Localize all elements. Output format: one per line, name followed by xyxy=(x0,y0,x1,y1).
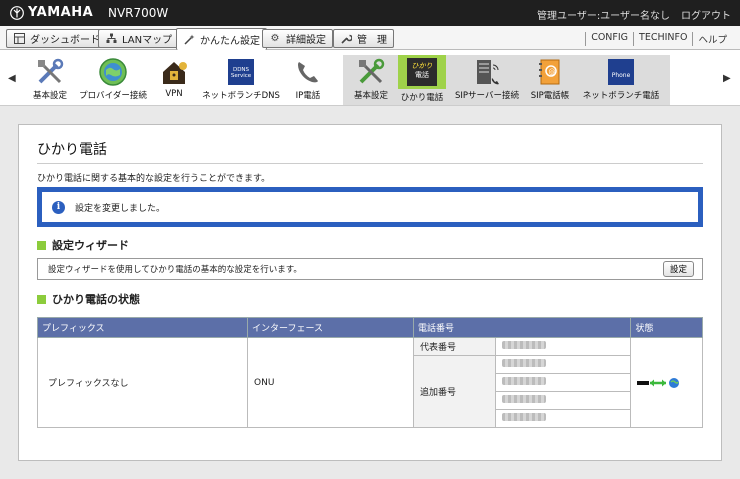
nav-netvolante-dns[interactable]: DDNS Service ネットボランチDNS xyxy=(202,57,280,101)
svg-text:@: @ xyxy=(549,68,556,76)
additional-number-value xyxy=(494,373,632,392)
device-model: NVR700W xyxy=(108,6,169,20)
status-cell xyxy=(630,337,703,428)
additional-number-value xyxy=(494,409,632,428)
header-prefix: プレフィックス xyxy=(37,317,248,338)
nav-label: 基本設定 xyxy=(353,91,388,101)
nav-label: ネットボランチDNS xyxy=(202,91,280,101)
tab-label: LANマップ xyxy=(122,35,173,46)
tools-icon xyxy=(35,57,65,87)
header-interface: インターフェース xyxy=(247,317,414,338)
nav-label: SIP電話帳 xyxy=(530,91,570,101)
config-link[interactable]: CONFIG xyxy=(585,32,633,46)
additional-number-label: 追加番号 xyxy=(413,355,496,428)
interface-cell: ONU xyxy=(247,337,414,428)
masked-number xyxy=(502,377,546,385)
nav-label: 基本設定 xyxy=(32,91,67,101)
vpn-house-icon xyxy=(159,57,189,87)
tab-label: かんたん設定 xyxy=(200,36,260,47)
user-status: 管理ユーザー:ユーザー名なし xyxy=(537,11,670,22)
yamaha-logo: YAMAHA xyxy=(10,5,93,20)
page-title: ひかり電話 xyxy=(37,142,107,158)
gear-icon: ⚙ xyxy=(270,33,280,44)
title-divider xyxy=(37,163,703,164)
phone-text: 電話 xyxy=(415,71,429,79)
nav-label: VPN xyxy=(165,89,183,99)
globe-icon xyxy=(98,57,128,87)
section-heading-wizard: 設定ウィザード xyxy=(37,237,129,253)
section-title: ひかり電話の状態 xyxy=(52,293,140,306)
nav-hikari-phone[interactable]: ひかり 電話 ひかり電話 xyxy=(385,55,459,103)
nav-label: SIPサーバー接続 xyxy=(455,91,519,101)
top-bar: YAMAHA NVR700W 管理ユーザー:ユーザー名なし ログアウト xyxy=(0,0,740,26)
main-content-panel: ひかり電話 ひかり電話に関する基本的な設定を行うことができます。 i 設定を変更… xyxy=(18,124,722,461)
notice-box: i 設定を変更しました。 xyxy=(37,187,703,227)
sip-server-icon xyxy=(472,57,502,87)
dns-service-icon: DDNS Service xyxy=(226,57,256,87)
wizard-description: 設定ウィザードを使用してひかり電話の基本的な設定を行います。 xyxy=(48,265,302,275)
dns-service-badge: DDNS Service xyxy=(228,59,254,85)
brand-name: YAMAHA xyxy=(28,5,94,20)
phone-service-icon: Phone xyxy=(606,57,636,87)
masked-number xyxy=(502,359,546,367)
phone-connected-globe-icon xyxy=(637,377,696,389)
map-icon xyxy=(105,33,117,45)
header-phone-number: 電話番号 xyxy=(412,317,632,338)
nav-netvolante-phone[interactable]: Phone ネットボランチ電話 xyxy=(582,57,660,101)
hikari-phone-icon: ひかり 電話 xyxy=(398,55,446,89)
help-link[interactable]: ヘルプ xyxy=(692,32,732,46)
wand-icon xyxy=(183,34,195,46)
tab-lan-map[interactable]: LANマップ xyxy=(98,29,180,48)
tab-label: 管 理 xyxy=(357,35,387,46)
section-title: 設定ウィザード xyxy=(52,239,129,252)
techinfo-link[interactable]: TECHINFO xyxy=(633,32,692,46)
masked-number xyxy=(502,413,546,421)
logout-link[interactable]: ログアウト xyxy=(681,7,731,22)
utility-links: CONFIG TECHINFO ヘルプ xyxy=(585,32,732,46)
tab-label: ダッシュボード xyxy=(30,35,100,46)
info-icon: i xyxy=(52,200,65,214)
tab-label: 詳細設定 xyxy=(286,35,326,46)
tools-icon xyxy=(356,57,386,87)
tab-dashboard[interactable]: ダッシュボード xyxy=(6,29,107,48)
telephone-icon xyxy=(293,57,323,87)
header-status: 状態 xyxy=(630,317,703,338)
table-header-row: プレフィックス インターフェース 電話番号 状態 xyxy=(37,317,703,338)
main-tab-bar: ダッシュボード LANマップ かんたん設定 ⚙ 詳細設定 管 理 CONFIG … xyxy=(0,26,740,50)
nav-sip-phonebook[interactable]: @ SIP電話帳 xyxy=(513,57,587,101)
section-marker xyxy=(37,240,46,250)
masked-number xyxy=(502,395,546,403)
tab-advanced-settings[interactable]: ⚙ 詳細設定 xyxy=(262,29,333,48)
phone-service-badge: Phone xyxy=(608,59,634,85)
table-row: プレフィックスなし ONU 代表番号 xyxy=(37,337,703,428)
section-heading-status: ひかり電話の状態 xyxy=(37,291,140,307)
section-marker xyxy=(37,294,46,304)
main-number-value xyxy=(494,337,632,356)
page-description: ひかり電話に関する基本的な設定を行うことができます。 xyxy=(37,174,271,184)
additional-number-value xyxy=(494,391,632,410)
main-number-label: 代表番号 xyxy=(413,337,496,356)
scroll-right-arrow-icon[interactable]: ▶ xyxy=(723,73,731,84)
tab-easy-setup[interactable]: かんたん設定 xyxy=(176,28,267,50)
nav-label: ひかり電話 xyxy=(400,93,444,103)
grid-icon xyxy=(13,33,25,45)
wizard-row: 設定ウィザードを使用してひかり電話の基本的な設定を行います。 設定 xyxy=(37,258,703,280)
nav-vpn[interactable]: VPN xyxy=(137,57,211,99)
notice-message: 設定を変更しました。 xyxy=(75,203,166,214)
tuning-fork-icon xyxy=(10,5,24,20)
phonebook-icon: @ xyxy=(535,57,565,87)
tab-management[interactable]: 管 理 xyxy=(333,29,394,48)
nav-label: ネットボランチ電話 xyxy=(582,91,660,101)
nav-label: IP電話 xyxy=(295,91,321,101)
wizard-setup-button[interactable]: 設定 xyxy=(662,261,694,277)
wrench-icon xyxy=(340,33,352,45)
additional-number-value xyxy=(494,355,632,374)
hikari-text: ひかり xyxy=(411,62,433,70)
status-table: プレフィックス インターフェース 電話番号 状態 プレフィックスなし ONU 代… xyxy=(37,317,703,428)
masked-number xyxy=(502,341,546,349)
prefix-cell: プレフィックスなし xyxy=(37,337,248,428)
